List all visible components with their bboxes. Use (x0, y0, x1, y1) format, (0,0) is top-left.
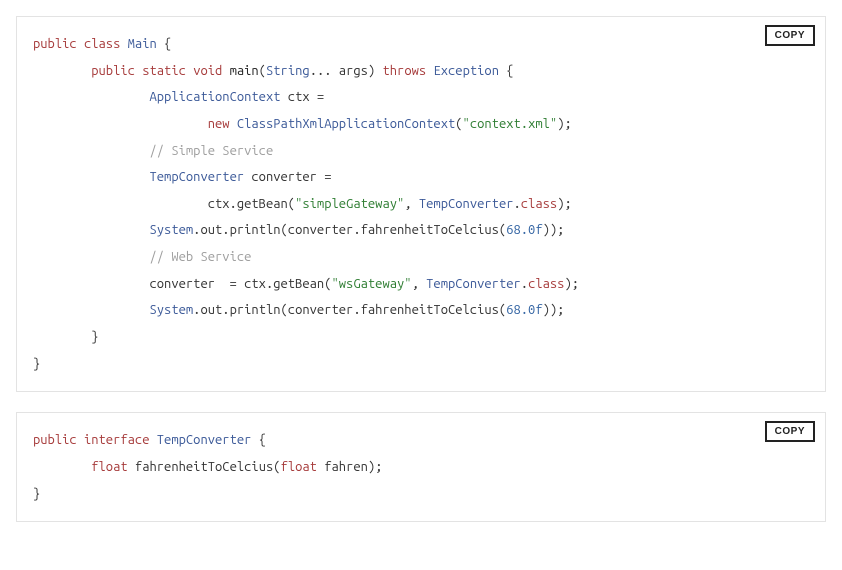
code-line: float fahrenheitToCelcius(float fahren); (33, 454, 809, 481)
code-line: converter = ctx.getBean("wsGateway", Tem… (33, 271, 809, 298)
code-line: } (33, 481, 809, 508)
code-line: public interface TempConverter { (33, 427, 809, 454)
code-line: ApplicationContext ctx = (33, 84, 809, 111)
code-block-2: COPY public interface TempConverter { fl… (16, 412, 826, 522)
code-line: new ClassPathXmlApplicationContext("cont… (33, 111, 809, 138)
code-line: // Simple Service (33, 138, 809, 165)
code-line: System.out.println(converter.fahrenheitT… (33, 217, 809, 244)
code-line: // Web Service (33, 244, 809, 271)
code-content-2: public interface TempConverter { float f… (33, 427, 809, 507)
code-line: } (33, 351, 809, 378)
code-line: ctx.getBean("simpleGateway", TempConvert… (33, 191, 809, 218)
copy-button[interactable]: COPY (765, 421, 815, 442)
copy-button[interactable]: COPY (765, 25, 815, 46)
code-line: TempConverter converter = (33, 164, 809, 191)
code-line: public class Main { (33, 31, 809, 58)
code-line: } (33, 324, 809, 351)
code-content-1: public class Main { public static void m… (33, 31, 809, 377)
code-line: public static void main(String... args) … (33, 58, 809, 85)
code-line: System.out.println(converter.fahrenheitT… (33, 297, 809, 324)
code-block-1: COPY public class Main { public static v… (16, 16, 826, 392)
